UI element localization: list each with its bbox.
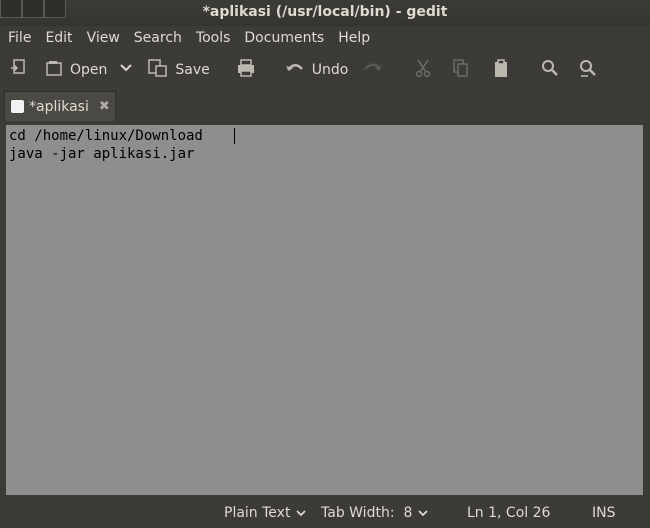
open-label: Open — [70, 62, 108, 78]
print-icon — [236, 58, 256, 82]
find-button[interactable] — [540, 55, 560, 85]
chevron-down-icon — [119, 61, 133, 79]
insert-mode: INS — [592, 505, 616, 521]
open-button[interactable]: Open — [44, 55, 107, 85]
redo-button[interactable] — [362, 55, 384, 85]
recent-files-dropdown[interactable] — [119, 55, 133, 85]
toolbar: Open Save Undo — [0, 51, 650, 89]
redo-icon — [362, 58, 384, 82]
open-file-icon — [44, 58, 64, 82]
save-button[interactable]: Save — [147, 55, 210, 85]
menu-help[interactable]: Help — [331, 30, 377, 46]
window-title: *aplikasi (/usr/local/bin) - gedit — [202, 4, 448, 20]
menu-view[interactable]: View — [80, 30, 127, 46]
undo-icon — [284, 58, 306, 82]
print-button[interactable] — [236, 55, 256, 85]
paste-icon — [492, 58, 510, 82]
document-icon — [11, 100, 24, 113]
save-icon — [147, 58, 169, 82]
tab-label: *aplikasi — [29, 98, 89, 115]
tab-bar: *aplikasi ✖ — [0, 89, 650, 122]
cursor-position: Ln 1, Col 26 — [467, 505, 551, 521]
close-icon[interactable]: ✖ — [99, 99, 110, 114]
copy-icon — [452, 58, 470, 82]
find-replace-button[interactable] — [578, 55, 598, 85]
chevron-down-icon — [418, 510, 428, 517]
tab-width-selector[interactable]: Tab Width: 8 — [321, 505, 429, 521]
tab-aplikasi[interactable]: *aplikasi ✖ — [4, 91, 116, 121]
menu-documents[interactable]: Documents — [237, 30, 331, 46]
save-label: Save — [175, 62, 210, 78]
find-icon — [540, 58, 560, 82]
text-editor[interactable]: cd /home/linux/Download java -jar aplika… — [6, 125, 643, 495]
language-label: Plain Text — [224, 505, 291, 521]
new-document-button[interactable] — [8, 55, 28, 85]
paste-button[interactable] — [492, 55, 510, 85]
copy-button[interactable] — [452, 55, 470, 85]
tab-width-label: Tab Width: 8 — [321, 505, 413, 521]
language-selector[interactable]: Plain Text — [224, 505, 307, 521]
cut-icon — [414, 58, 432, 82]
new-document-icon — [8, 58, 28, 82]
menu-bar: File Edit View Search Tools Documents He… — [0, 26, 650, 50]
menu-file[interactable]: File — [0, 30, 38, 46]
editor-line-2[interactable]: java -jar aplikasi.jar — [9, 145, 194, 163]
status-bar: Plain Text Tab Width: 8 Ln 1, Col 26 INS — [0, 500, 650, 528]
cut-button[interactable] — [414, 55, 432, 85]
editor-line-1[interactable]: cd /home/linux/Download — [9, 127, 203, 145]
title-bar: *aplikasi (/usr/local/bin) - gedit — [0, 0, 650, 26]
menu-tools[interactable]: Tools — [189, 30, 238, 46]
chevron-down-icon — [296, 510, 307, 517]
find-replace-icon — [578, 58, 598, 82]
menu-edit[interactable]: Edit — [38, 30, 79, 46]
undo-button[interactable]: Undo — [284, 55, 349, 85]
undo-label: Undo — [311, 62, 349, 78]
text-cursor — [234, 128, 235, 144]
menu-search[interactable]: Search — [127, 30, 189, 46]
